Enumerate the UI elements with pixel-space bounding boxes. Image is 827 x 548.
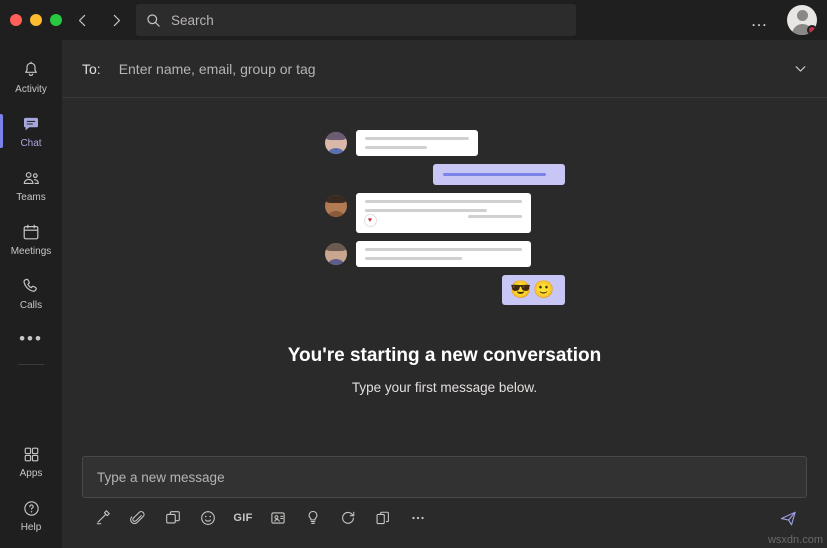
- forward-icon[interactable]: [106, 10, 126, 30]
- status-badge: [807, 25, 817, 35]
- meme-icon[interactable]: [265, 505, 291, 531]
- attach-icon[interactable]: [125, 505, 151, 531]
- illustration-bubble-row: [324, 241, 565, 267]
- watermark: wsxdn.com: [767, 534, 823, 546]
- avatar-hair: [324, 132, 347, 140]
- chevron-down-icon[interactable]: [782, 60, 809, 77]
- sidebar-item-label: Activity: [15, 84, 47, 95]
- illustration-bubble-row: [325, 164, 565, 185]
- loop-icon[interactable]: [335, 505, 361, 531]
- sidebar-item-calls[interactable]: Calls: [0, 266, 62, 320]
- search-container[interactable]: Search: [136, 4, 576, 36]
- nav-buttons: [72, 10, 126, 30]
- smile-emoji: 🙂: [533, 280, 557, 299]
- sidebar-item-label: Chat: [20, 138, 42, 149]
- sidebar-item-label: Calls: [19, 300, 43, 311]
- avatar-hair: [324, 195, 347, 203]
- sidebar-more-icon[interactable]: •••: [19, 320, 43, 358]
- close-window-button[interactable]: [10, 14, 22, 26]
- window-body: Activity Chat Teams Meetings Calls ••• A…: [0, 40, 827, 548]
- avatar-body: [325, 259, 346, 265]
- avatar-head: [796, 10, 808, 21]
- avatar[interactable]: [787, 5, 817, 35]
- send-icon: [780, 511, 796, 525]
- apps-icon[interactable]: [370, 505, 396, 531]
- chat-icon: [21, 113, 41, 135]
- conversation-illustration: ♥ 😎🙂: [324, 130, 565, 313]
- more-options-icon[interactable]: [405, 505, 431, 531]
- teams-window: Search … Activity Chat Teams Meetings Ca…: [0, 0, 827, 548]
- message-bubble-outgoing: [432, 164, 565, 185]
- to-input[interactable]: Enter name, email, group or tag: [119, 61, 782, 77]
- heart-reaction-icon: ♥: [364, 215, 376, 226]
- search-icon: [146, 13, 161, 28]
- compose-header: To: Enter name, email, group or tag: [62, 40, 827, 98]
- back-icon[interactable]: [72, 10, 92, 30]
- search-input[interactable]: Search: [136, 4, 576, 36]
- sidebar-item-meetings[interactable]: Meetings: [0, 212, 62, 266]
- praise-icon[interactable]: [300, 505, 326, 531]
- phone-icon: [21, 275, 41, 297]
- composer-toolbar: GIF: [82, 498, 807, 538]
- title-bar-right: …: [747, 0, 817, 40]
- bell-icon: [21, 59, 41, 81]
- search-placeholder: Search: [171, 12, 214, 28]
- send-button[interactable]: [775, 505, 801, 531]
- sidebar-item-label: Help: [20, 522, 42, 533]
- avatar: [324, 195, 347, 217]
- sidebar-item-activity[interactable]: Activity: [0, 50, 62, 104]
- composer: Type a new message GIF: [62, 456, 827, 548]
- avatar-hair: [324, 243, 347, 251]
- format-icon[interactable]: [90, 505, 116, 531]
- calendar-icon: [21, 221, 41, 243]
- illustration-emoji-row: 😎🙂: [325, 275, 565, 305]
- sunglasses-emoji: 😎: [510, 280, 534, 299]
- avatar-body: [325, 211, 346, 217]
- message-bubble-with-reaction: ♥: [355, 193, 531, 233]
- gif-icon[interactable]: GIF: [230, 505, 256, 531]
- avatar: [324, 132, 347, 154]
- maximize-window-button[interactable]: [50, 14, 62, 26]
- main-panel: To: Enter name, email, group or tag ♥ 😎🙂…: [62, 40, 827, 548]
- sidebar-item-apps[interactable]: Apps: [0, 434, 62, 488]
- sidebar-item-label: Meetings: [10, 246, 52, 257]
- avatar: [324, 243, 347, 265]
- sidebar-item-help[interactable]: Help: [0, 488, 62, 542]
- apps-icon: [22, 443, 41, 465]
- empty-state: ♥ 😎🙂 You're starting a new conversation …: [62, 98, 827, 548]
- message-bubble: [355, 130, 478, 156]
- sidebar-divider: [18, 364, 44, 365]
- sidebar-item-chat[interactable]: Chat: [0, 104, 62, 158]
- sticker-icon[interactable]: [160, 505, 186, 531]
- page-title: You're starting a new conversation: [287, 345, 602, 366]
- avatar-body: [325, 148, 346, 154]
- minimize-window-button[interactable]: [30, 14, 42, 26]
- app-rail: Activity Chat Teams Meetings Calls ••• A…: [0, 40, 62, 548]
- illustration-bubble-row: [324, 130, 565, 156]
- illustration-bubble-row: ♥: [324, 193, 565, 233]
- window-controls[interactable]: [0, 14, 66, 26]
- sidebar-item-teams[interactable]: Teams: [0, 158, 62, 212]
- title-bar: Search …: [0, 0, 827, 40]
- page-subtitle: Type your first message below.: [351, 380, 538, 395]
- message-bubble: [355, 241, 531, 267]
- sidebar-bottom: Apps Help: [0, 434, 62, 542]
- emoji-icon[interactable]: [195, 505, 221, 531]
- teams-icon: [21, 167, 42, 189]
- help-icon: [22, 497, 41, 519]
- sidebar-item-label: Teams: [16, 192, 46, 203]
- message-input[interactable]: Type a new message: [82, 456, 807, 498]
- message-placeholder: Type a new message: [97, 469, 225, 485]
- settings-more-icon[interactable]: …: [747, 12, 774, 29]
- to-label: To:: [82, 60, 101, 77]
- emoji-bubble: 😎🙂: [502, 275, 565, 305]
- sidebar-item-label: Apps: [19, 468, 43, 479]
